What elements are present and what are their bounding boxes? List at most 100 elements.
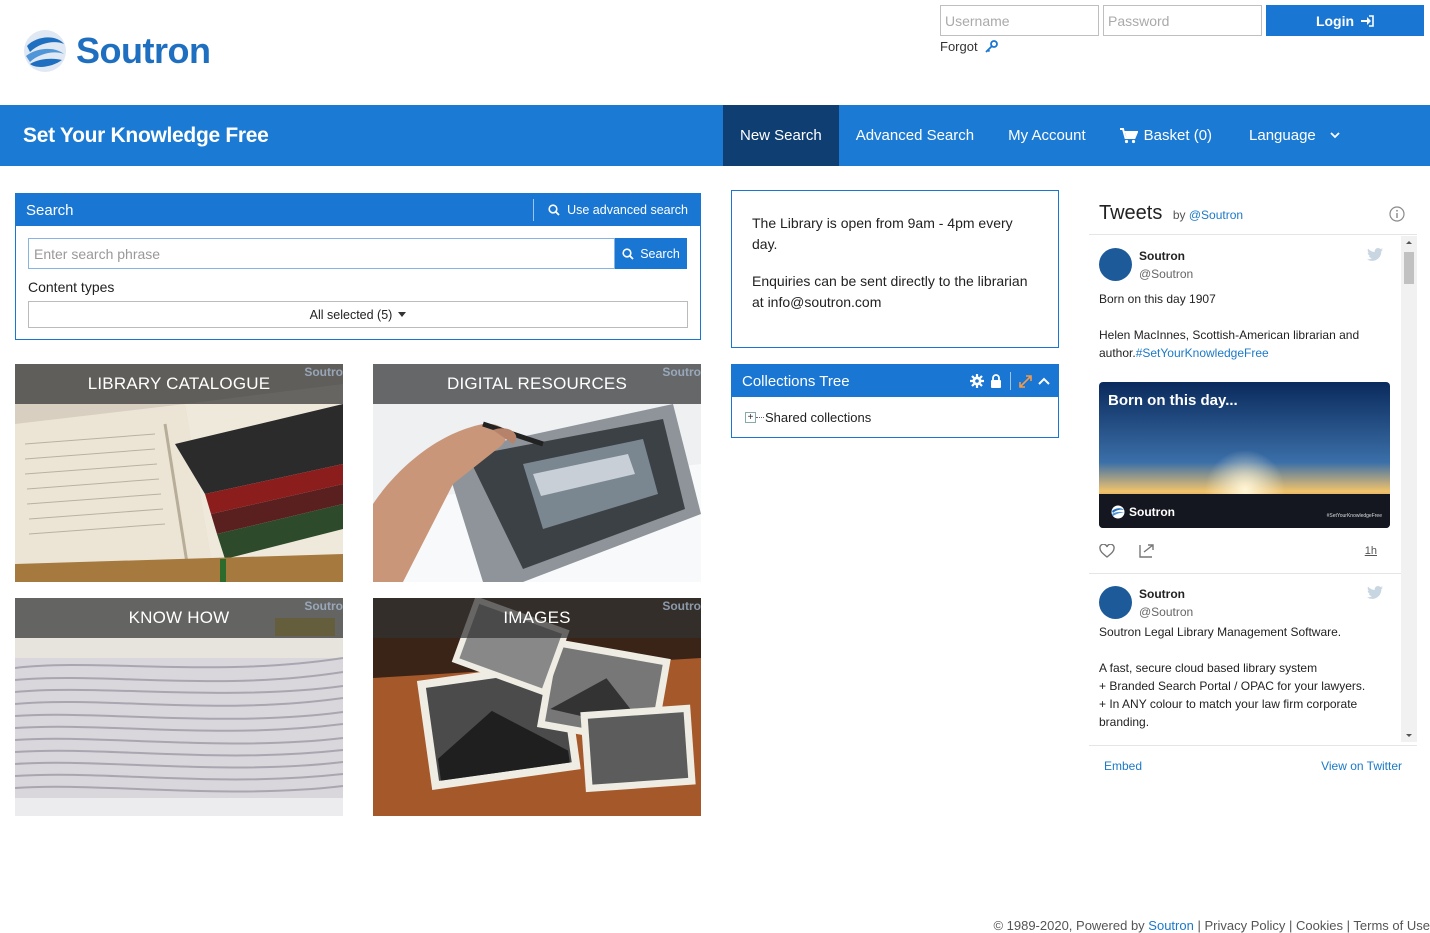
tweet-scrollbar[interactable] — [1401, 236, 1417, 742]
hashtag-link[interactable]: #SetYourKnowledgeFree — [1136, 346, 1269, 360]
caret-down-icon — [398, 312, 407, 317]
tweet: Soutron @Soutron Soutron Legal Library M… — [1089, 574, 1401, 731]
tile-title: LIBRARY CATALOGUE — [15, 364, 343, 404]
tile-watermark: Soutro — [304, 599, 343, 613]
tree-node-label: Shared collections — [765, 410, 872, 425]
username-input[interactable] — [940, 5, 1099, 36]
tweet-time[interactable]: 1h — [1365, 545, 1377, 557]
tile-title: KNOW HOW — [15, 598, 343, 638]
soutron-globe-icon — [1111, 505, 1125, 519]
twitter-bird-icon[interactable] — [1367, 586, 1383, 599]
tile-digital-resources[interactable]: DIGITAL RESOURCES Soutro — [373, 364, 701, 582]
soutron-globe-icon — [24, 30, 66, 72]
key-icon — [984, 39, 998, 53]
search-button[interactable]: Search — [615, 238, 687, 269]
twitter-header: Tweets by @Soutron — [1089, 193, 1417, 235]
scroll-down-icon[interactable] — [1401, 730, 1417, 742]
media-title: Born on this day... — [1108, 392, 1238, 409]
tweet-author-handle[interactable]: @Soutron — [1139, 605, 1193, 619]
nav-advanced-search[interactable]: Advanced Search — [839, 105, 991, 166]
search-button-label: Search — [640, 246, 680, 261]
footer-separator: | — [1197, 918, 1201, 933]
tile-watermark: Soutro — [662, 599, 701, 613]
content-types-label: Content types — [28, 279, 115, 295]
content-types-select[interactable]: All selected (5) — [28, 301, 688, 328]
library-info-box: The Library is open from 9am - 4pm every… — [731, 190, 1059, 348]
password-input[interactable] — [1103, 5, 1262, 36]
tweet-text: Born on this day 1907 Helen MacInnes, Sc… — [1099, 290, 1385, 362]
tile-watermark: Soutro — [662, 365, 701, 379]
gear-icon[interactable] — [970, 374, 984, 388]
tile-know-how[interactable]: KNOW HOW Soutro — [15, 598, 343, 816]
login-label: Login — [1315, 12, 1355, 29]
share-icon[interactable] — [1139, 544, 1155, 558]
avatar[interactable] — [1099, 248, 1132, 281]
powered-by-link[interactable]: Soutron — [1148, 918, 1194, 933]
search-input[interactable] — [28, 238, 615, 269]
chevron-down-icon — [1330, 132, 1340, 139]
login-form: Login Forgot — [940, 5, 1424, 54]
tweet-author-name[interactable]: Soutron — [1139, 587, 1193, 601]
media-hashtag: #SetYourKnowledgeFree — [1326, 513, 1382, 519]
tweet: Soutron @Soutron Born on this day 1907 H… — [1089, 236, 1401, 574]
scroll-up-icon[interactable] — [1401, 236, 1417, 248]
tile-title: IMAGES — [373, 598, 701, 638]
twitter-bird-icon[interactable] — [1367, 248, 1383, 261]
divider — [1010, 372, 1011, 390]
nav-basket[interactable]: Basket (0) — [1103, 105, 1229, 166]
collections-tree-panel: Collections Tree + Shared collections — [731, 364, 1059, 438]
chevron-up-icon[interactable] — [1038, 377, 1050, 385]
tweet-author-name[interactable]: Soutron — [1139, 249, 1193, 263]
brand-name: Soutron — [76, 30, 211, 71]
tagline: Set Your Knowledge Free — [23, 124, 269, 147]
tree-connector — [756, 417, 764, 418]
tweet-text: Soutron Legal Library Management Softwar… — [1099, 625, 1366, 729]
login-button[interactable]: Login — [1266, 5, 1424, 36]
twitter-handle-link[interactable]: @Soutron — [1189, 208, 1243, 222]
nav-my-account[interactable]: My Account — [991, 105, 1103, 166]
tweets-by-label: by — [1172, 208, 1186, 222]
nav-label: Language — [1249, 127, 1316, 144]
tweet-author-handle[interactable]: @Soutron — [1139, 267, 1193, 281]
sign-in-icon — [1361, 14, 1374, 27]
info-icon[interactable] — [1389, 205, 1405, 222]
tweet-actions: 1h — [1099, 541, 1385, 561]
forgot-link[interactable]: Forgot — [940, 39, 1424, 54]
search-panel-title: Search — [26, 201, 74, 219]
tweet-media[interactable]: Born on this day... Soutron #SetYourKnow… — [1099, 382, 1390, 528]
nav-label: Advanced Search — [855, 127, 975, 144]
expand-icon[interactable] — [1019, 374, 1032, 388]
search-icon — [622, 247, 634, 260]
tree-expand-icon[interactable]: + — [745, 412, 756, 423]
nav-language[interactable]: Language — [1229, 105, 1357, 166]
tile-title: DIGITAL RESOURCES — [373, 364, 701, 404]
soutron-logo[interactable]: Soutron — [22, 28, 211, 74]
search-panel-header: Search Use advanced search — [16, 194, 700, 226]
terms-of-use-link[interactable]: Terms of Use — [1353, 918, 1430, 933]
heart-icon[interactable] — [1099, 544, 1115, 558]
embed-link[interactable]: Embed — [1104, 759, 1142, 773]
tree-node-shared-collections[interactable]: + Shared collections — [745, 410, 1058, 425]
nav-new-search[interactable]: New Search — [723, 105, 839, 166]
cookies-link[interactable]: Cookies — [1296, 918, 1343, 933]
page-footer: © 1989-2020, Powered by Soutron | Privac… — [993, 918, 1430, 933]
scrollbar-thumb[interactable] — [1404, 252, 1414, 284]
opening-hours-text: The Library is open from 9am - 4pm every… — [752, 215, 1013, 252]
search-panel: Search Use advanced search Search Conten… — [15, 193, 701, 340]
enquiries-text: Enquiries can be sent directly to the li… — [752, 273, 1028, 310]
advanced-search-link[interactable]: Use advanced search — [533, 199, 700, 221]
privacy-policy-link[interactable]: Privacy Policy — [1204, 918, 1285, 933]
tweets-title: Tweets — [1099, 202, 1163, 224]
twitter-timeline: Tweets by @Soutron Soutron @Soutron Born… — [1089, 193, 1417, 783]
tweet-feed[interactable]: Soutron @Soutron Born on this day 1907 H… — [1089, 236, 1417, 742]
forgot-label: Forgot — [940, 39, 978, 54]
tile-library-catalogue[interactable]: LIBRARY CATALOGUE Soutro — [15, 364, 343, 582]
search-icon — [548, 204, 560, 216]
footer-separator: | — [1346, 918, 1351, 933]
view-on-twitter-link[interactable]: View on Twitter — [1321, 759, 1402, 773]
tile-images[interactable]: IMAGES Soutro — [373, 598, 701, 816]
twitter-footer: Embed View on Twitter — [1089, 745, 1417, 785]
avatar[interactable] — [1099, 586, 1132, 619]
lock-icon[interactable] — [990, 374, 1002, 388]
collections-tree-title: Collections Tree — [742, 372, 850, 390]
